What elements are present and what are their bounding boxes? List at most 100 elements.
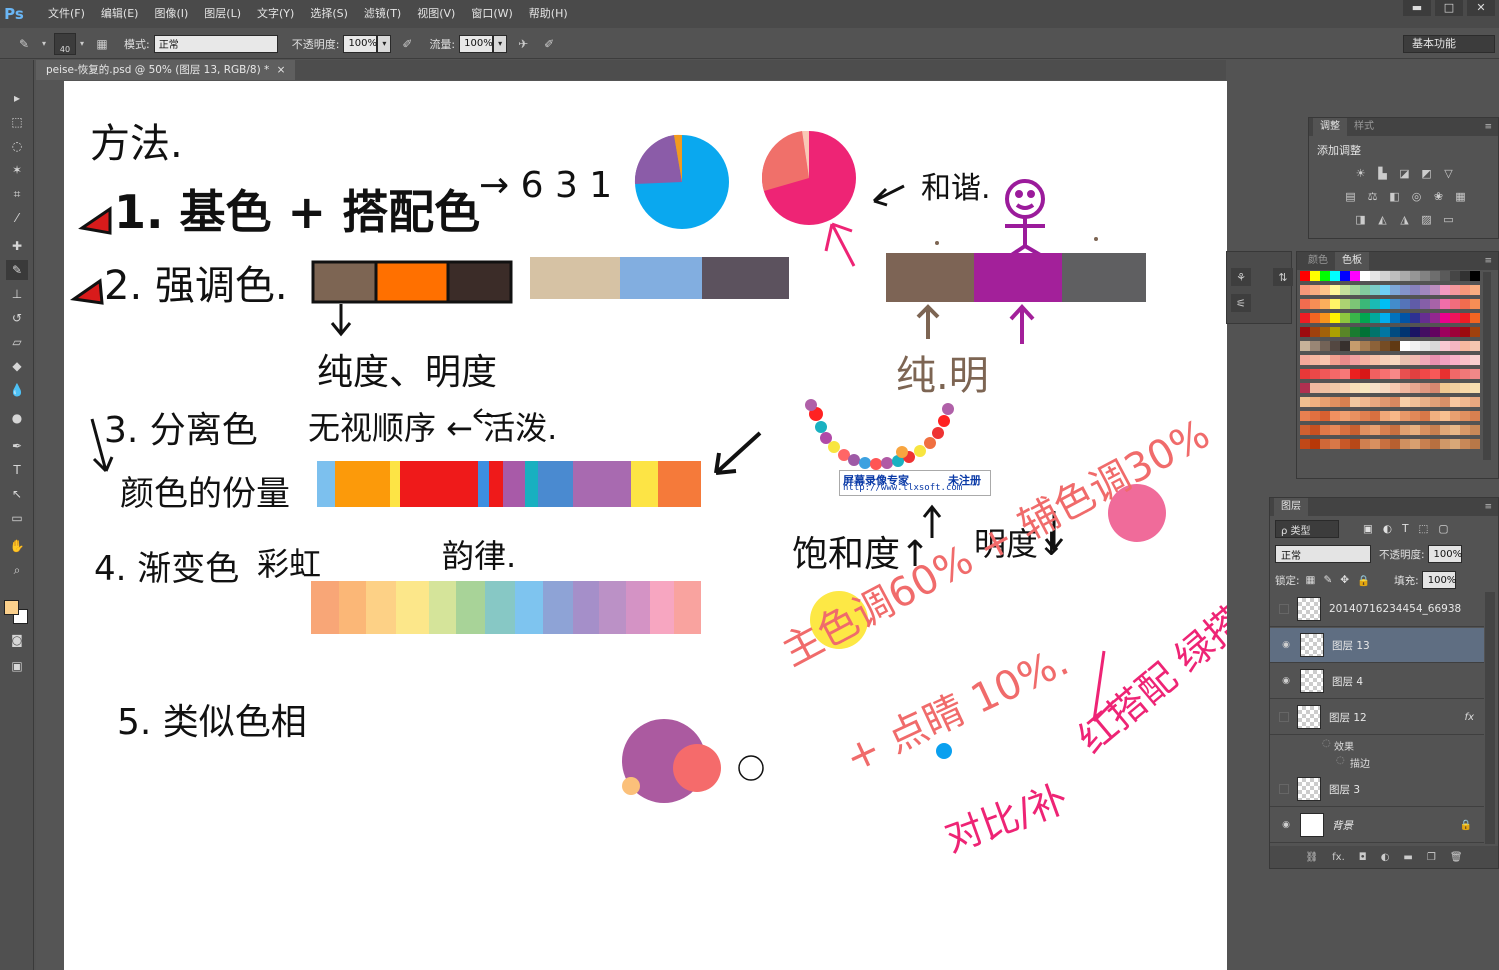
pressure-opacity-icon[interactable]: ✐ <box>397 35 417 53</box>
layer-row[interactable]: ◉ 图层 4 <box>1270 664 1484 699</box>
color-swatch[interactable] <box>1390 369 1400 379</box>
color-swatch[interactable] <box>1450 313 1460 323</box>
color-swatch[interactable] <box>1430 271 1440 281</box>
color-swatch[interactable] <box>1320 271 1330 281</box>
color-swatch[interactable] <box>1410 355 1420 365</box>
new-layer-icon[interactable]: ❐ <box>1427 852 1436 863</box>
color-swatch[interactable] <box>1410 411 1420 421</box>
color-swatch[interactable] <box>1400 285 1410 295</box>
fx-badge[interactable]: fx <box>1465 712 1474 723</box>
app-logo[interactable]: Ps <box>0 0 28 28</box>
color-swatch[interactable] <box>1410 341 1420 351</box>
color-swatch[interactable] <box>1440 397 1450 407</box>
color-swatch[interactable] <box>1410 271 1420 281</box>
panel-menu-icon[interactable]: ≡ <box>1484 256 1492 266</box>
color-swatch[interactable] <box>1450 299 1460 309</box>
color-swatch[interactable] <box>1450 285 1460 295</box>
color-swatch[interactable] <box>1410 369 1420 379</box>
color-swatch[interactable] <box>1380 327 1390 337</box>
color-swatch[interactable] <box>1380 439 1390 449</box>
color-swatch[interactable] <box>1410 439 1420 449</box>
menu-item[interactable]: 选择(S) <box>302 0 356 28</box>
brush-tool-icon[interactable]: ✎ <box>14 35 34 53</box>
quick-mask-icon[interactable]: ◙ <box>6 630 28 650</box>
color-swatch[interactable] <box>1390 313 1400 323</box>
screen-mode-icon[interactable]: ▣ <box>6 656 28 676</box>
color-swatch[interactable] <box>1380 425 1390 435</box>
color-swatch[interactable] <box>1410 285 1420 295</box>
color-swatch[interactable] <box>1330 327 1340 337</box>
color-swatch[interactable] <box>1320 425 1330 435</box>
color-swatch[interactable] <box>1330 313 1340 323</box>
color-swatch[interactable] <box>1320 383 1330 393</box>
maximize-button[interactable]: □ <box>1435 0 1463 16</box>
color-swatch[interactable] <box>1360 341 1370 351</box>
color-swatches[interactable] <box>4 600 30 626</box>
color-swatch[interactable] <box>1340 299 1350 309</box>
color-lookup-icon[interactable]: ▦ <box>1453 189 1468 204</box>
color-swatch[interactable] <box>1460 411 1470 421</box>
color-swatch[interactable] <box>1330 341 1340 351</box>
color-swatch[interactable] <box>1440 369 1450 379</box>
color-swatch[interactable] <box>1400 425 1410 435</box>
color-swatch[interactable] <box>1400 299 1410 309</box>
invert-icon[interactable]: ◨ <box>1353 212 1368 227</box>
color-swatch[interactable] <box>1370 285 1380 295</box>
color-swatch[interactable] <box>1320 313 1330 323</box>
color-swatch[interactable] <box>1440 439 1450 449</box>
color-swatch[interactable] <box>1310 285 1320 295</box>
color-swatch[interactable] <box>1430 299 1440 309</box>
color-swatch[interactable] <box>1350 271 1360 281</box>
color-swatch[interactable] <box>1340 355 1350 365</box>
layer-kind-filter[interactable]: ρ 类型 <box>1275 520 1339 538</box>
eraser-icon[interactable]: ▱ <box>6 332 28 352</box>
effects-row[interactable]: ◌ 效果 <box>1270 736 1484 753</box>
color-swatch[interactable] <box>1400 383 1410 393</box>
blend-mode-select[interactable]: 正常 <box>1275 545 1371 563</box>
color-swatch[interactable] <box>1390 271 1400 281</box>
color-swatch[interactable] <box>1380 355 1390 365</box>
color-swatch[interactable] <box>1310 271 1320 281</box>
color-swatch[interactable] <box>1470 439 1480 449</box>
color-swatch[interactable] <box>1430 369 1440 379</box>
color-swatch[interactable] <box>1340 285 1350 295</box>
color-swatch[interactable] <box>1470 341 1480 351</box>
color-swatch[interactable] <box>1360 327 1370 337</box>
menu-item[interactable]: 滤镜(T) <box>356 0 409 28</box>
color-swatch[interactable] <box>1300 411 1310 421</box>
color-swatch[interactable] <box>1350 369 1360 379</box>
zoom-tool-icon[interactable]: ⌕ <box>6 560 28 580</box>
color-swatch[interactable] <box>1310 327 1320 337</box>
color-swatch[interactable] <box>1360 299 1370 309</box>
color-swatch[interactable] <box>1470 411 1480 421</box>
exposure-icon[interactable]: ◩ <box>1419 166 1434 181</box>
color-swatch[interactable] <box>1340 369 1350 379</box>
color-swatch[interactable] <box>1330 285 1340 295</box>
lock-image-icon[interactable]: ✎ <box>1323 574 1332 586</box>
color-swatch[interactable] <box>1340 313 1350 323</box>
color-swatch[interactable] <box>1470 299 1480 309</box>
color-swatch[interactable] <box>1310 383 1320 393</box>
color-swatch[interactable] <box>1460 285 1470 295</box>
color-swatch[interactable] <box>1470 355 1480 365</box>
color-swatch[interactable] <box>1420 369 1430 379</box>
color-swatch[interactable] <box>1350 327 1360 337</box>
color-swatch[interactable] <box>1330 299 1340 309</box>
color-swatch[interactable] <box>1350 383 1360 393</box>
color-swatch[interactable] <box>1300 327 1310 337</box>
layer-row[interactable]: 图层 12 fx <box>1270 700 1484 735</box>
clone-source-icon[interactable]: ⇅ <box>1273 268 1293 286</box>
color-swatch[interactable] <box>1440 341 1450 351</box>
color-swatch[interactable] <box>1310 341 1320 351</box>
color-swatch[interactable] <box>1340 341 1350 351</box>
color-swatch[interactable] <box>1300 299 1310 309</box>
color-swatch[interactable] <box>1360 439 1370 449</box>
curves-icon[interactable]: ◪ <box>1397 166 1412 181</box>
color-swatch[interactable] <box>1300 397 1310 407</box>
color-swatch[interactable] <box>1420 383 1430 393</box>
color-swatch[interactable] <box>1460 313 1470 323</box>
workspace-select[interactable]: 基本功能 <box>1403 35 1495 53</box>
lock-all-icon[interactable]: 🔒 <box>1357 574 1370 587</box>
clone-stamp-icon[interactable]: ⊥ <box>6 284 28 304</box>
color-swatch[interactable] <box>1430 397 1440 407</box>
